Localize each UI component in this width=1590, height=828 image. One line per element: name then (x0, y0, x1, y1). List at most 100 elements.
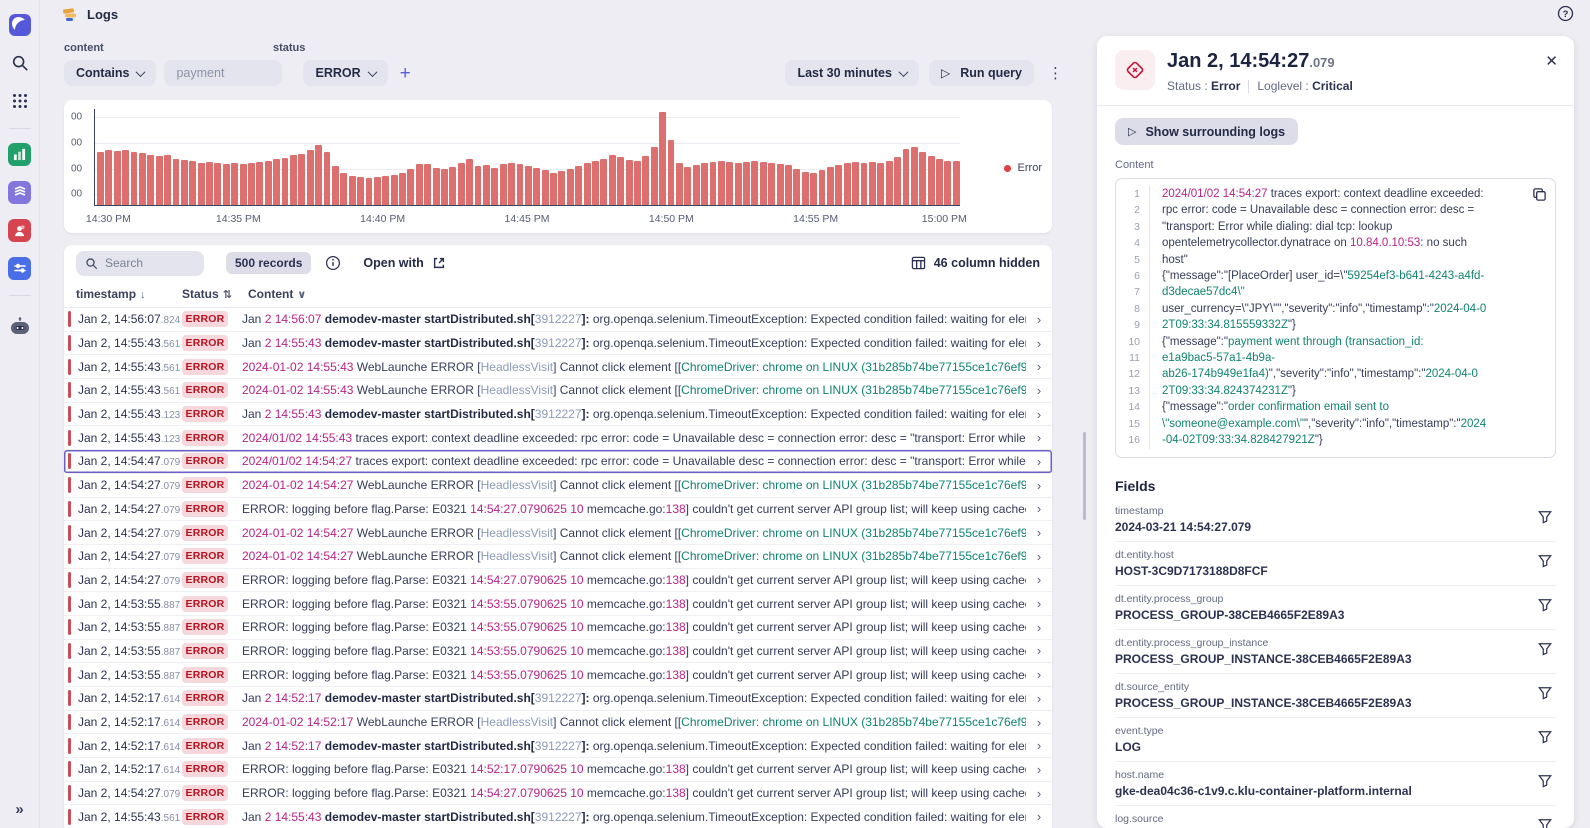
table-row[interactable]: Jan 2, 14:53:55.887 ERROR ERROR: logging b… (64, 615, 1052, 640)
error-bar[interactable] (801, 172, 809, 205)
error-bar[interactable] (474, 165, 482, 205)
row-expand-chevron-icon[interactable]: › (1026, 786, 1052, 801)
help-icon[interactable]: ? (1557, 5, 1574, 22)
error-bar[interactable] (877, 162, 885, 205)
error-bar[interactable] (910, 147, 918, 205)
error-bar[interactable] (768, 162, 776, 205)
filter-funnel-icon[interactable] (1538, 774, 1552, 788)
error-bar[interactable] (382, 176, 390, 205)
error-bar[interactable] (441, 168, 448, 205)
error-bar[interactable] (256, 161, 264, 205)
chart-legend[interactable]: Error (1003, 162, 1042, 174)
error-bar[interactable] (466, 158, 474, 205)
error-bar[interactable] (852, 161, 860, 205)
table-row[interactable]: Jan 2, 14:52:17.614 ERROR 2024-01-02 14:52… (64, 710, 1052, 735)
table-row[interactable]: Jan 2, 14:54:27.079 ERROR 2024-01-02 14:54… (64, 544, 1052, 569)
filter-funnel-icon[interactable] (1538, 642, 1552, 656)
error-bar[interactable] (248, 162, 255, 205)
copy-icon[interactable] (1532, 187, 1547, 202)
close-icon[interactable]: ✕ (1545, 52, 1558, 70)
error-bar[interactable] (138, 153, 146, 205)
error-bar[interactable] (751, 160, 759, 205)
table-row-selected[interactable]: Jan 2, 14:54:47.079 ERROR 2024/01/02 14:54… (64, 450, 1052, 474)
error-bar[interactable] (222, 163, 230, 205)
row-expand-chevron-icon[interactable]: › (1026, 430, 1052, 445)
dynatrace-logo-icon[interactable] (7, 12, 33, 38)
error-bar[interactable] (575, 165, 583, 205)
error-bar[interactable] (524, 165, 532, 205)
error-bar[interactable] (482, 164, 490, 205)
error-bar[interactable] (424, 163, 432, 205)
filter-funnel-icon[interactable] (1538, 510, 1552, 524)
error-bar[interactable] (122, 150, 130, 205)
table-row[interactable]: Jan 2, 14:55:43.561 ERROR 2024-01-02 14:55… (64, 355, 1052, 380)
row-expand-chevron-icon[interactable]: › (1026, 478, 1052, 493)
row-expand-chevron-icon[interactable]: › (1026, 501, 1052, 516)
error-bar[interactable] (650, 147, 658, 205)
search-input[interactable] (105, 256, 195, 270)
table-row[interactable]: Jan 2, 14:54:27.079 ERROR 2024-01-02 14:54… (64, 521, 1052, 545)
column-header-status[interactable]: Status ⇅ (182, 287, 248, 301)
error-bar[interactable] (659, 111, 667, 205)
table-row[interactable]: Jan 2, 14:55:43.123 ERROR 2024/01/02 14:55… (64, 426, 1052, 451)
filter-funnel-icon[interactable] (1538, 686, 1552, 700)
error-bar[interactable] (743, 161, 750, 205)
row-expand-chevron-icon[interactable]: › (1026, 691, 1052, 706)
row-expand-chevron-icon[interactable]: › (1026, 809, 1052, 824)
error-bar[interactable] (701, 162, 709, 205)
error-bar[interactable] (533, 167, 541, 205)
error-bar[interactable] (608, 155, 616, 205)
error-bar[interactable] (625, 159, 633, 205)
row-expand-chevron-icon[interactable]: › (1026, 620, 1052, 635)
error-bar[interactable] (113, 151, 121, 205)
row-expand-chevron-icon[interactable]: › (1026, 359, 1052, 374)
error-bar[interactable] (885, 160, 893, 205)
table-row[interactable]: Jan 2, 14:54:27.079 ERROR ERROR: logging b… (64, 497, 1052, 522)
column-header-timestamp[interactable]: timestamp ↓ (64, 287, 182, 301)
error-bar[interactable] (357, 177, 364, 205)
table-row[interactable]: Jan 2, 14:53:55.887 ERROR ERROR: logging b… (64, 663, 1052, 687)
error-bar[interactable] (298, 154, 306, 205)
row-expand-chevron-icon[interactable]: › (1026, 525, 1052, 540)
error-bar[interactable] (709, 161, 717, 205)
error-bar[interactable] (491, 167, 499, 205)
error-bar[interactable] (373, 177, 381, 205)
search-icon[interactable] (7, 50, 33, 76)
error-bar[interactable] (642, 156, 650, 205)
error-bar[interactable] (810, 173, 818, 205)
error-bar[interactable] (164, 155, 172, 205)
error-bar[interactable] (600, 158, 608, 205)
error-bar[interactable] (902, 149, 910, 205)
error-bar[interactable] (675, 162, 683, 205)
error-bar[interactable] (818, 170, 826, 205)
error-bar[interactable] (508, 162, 516, 205)
row-expand-chevron-icon[interactable]: › (1026, 383, 1052, 398)
show-surrounding-logs-button[interactable]: ▷ Show surrounding logs (1115, 118, 1299, 145)
error-bar[interactable] (365, 178, 373, 205)
apps-grid-icon[interactable] (7, 88, 33, 114)
error-bar[interactable] (835, 164, 843, 205)
app-purple-stack-icon[interactable] (7, 179, 33, 205)
run-query-button[interactable]: ▷ Run query (928, 60, 1034, 86)
error-bar[interactable] (843, 162, 851, 205)
more-options-icon[interactable]: ⋮ (1044, 64, 1067, 82)
row-expand-chevron-icon[interactable]: › (1026, 336, 1052, 351)
error-bar[interactable] (952, 160, 960, 205)
error-bar[interactable] (147, 155, 155, 205)
error-bar[interactable] (726, 161, 734, 205)
error-bar[interactable] (105, 150, 113, 205)
error-bar[interactable] (860, 162, 868, 205)
error-bar[interactable] (390, 175, 398, 205)
table-row[interactable]: Jan 2, 14:54:27.079 ERROR ERROR: logging b… (64, 568, 1052, 593)
table-row[interactable]: Jan 2, 14:55:43.561 ERROR Jan 2 14:55:43 d… (64, 331, 1052, 356)
open-with-button[interactable]: Open with (363, 256, 445, 270)
error-bar[interactable] (281, 157, 289, 205)
error-bar[interactable] (323, 152, 331, 205)
app-blue-sliders-icon[interactable] (7, 255, 33, 281)
row-expand-chevron-icon[interactable]: › (1026, 454, 1052, 469)
error-bar[interactable] (516, 163, 524, 205)
column-header-content[interactable]: Content ∨ (248, 287, 1052, 301)
error-bar[interactable] (197, 162, 205, 205)
table-row[interactable]: Jan 2, 14:52:17.614 ERROR Jan 2 14:52:17 d… (64, 687, 1052, 711)
error-bar[interactable] (432, 167, 440, 205)
